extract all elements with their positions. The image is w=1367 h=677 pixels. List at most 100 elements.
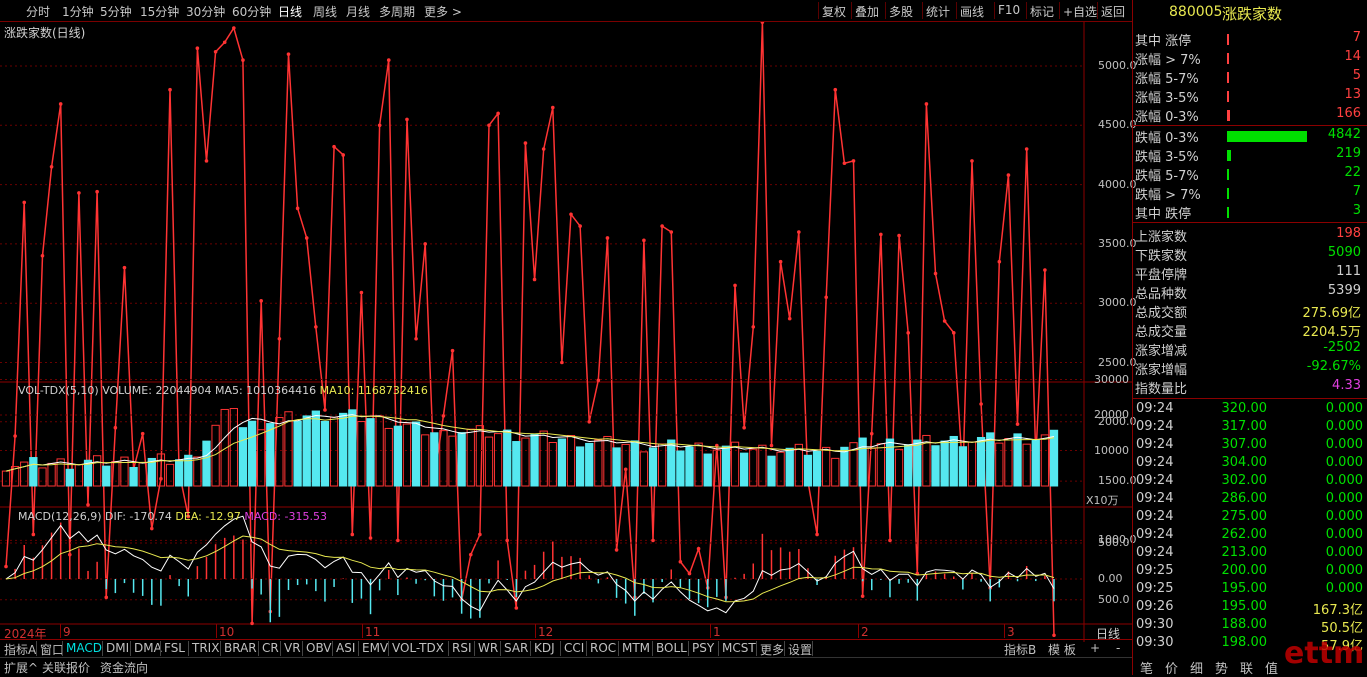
right-tab[interactable]: 细 [1190,658,1203,677]
template-tab[interactable]: 模 板 [1048,641,1076,657]
bottom-tab[interactable]: 资金流向 [100,659,148,676]
toolbar-action-button[interactable]: 标记 [1030,3,1054,20]
indicator-tab[interactable]: VR [284,641,301,656]
volume-bar [357,421,366,487]
indicator-tab[interactable]: KDJ [534,641,555,656]
indicator-tab[interactable]: CR [262,641,279,656]
tick-volume: 0.000 [1325,437,1363,452]
tick-row[interactable]: 09:24 286.00 0.000 [1135,490,1367,508]
indicator-tab[interactable]: FSL [164,641,185,656]
indicator-tab[interactable]: 窗口 [40,641,64,657]
indicator-tab[interactable]: MTM [622,641,650,656]
indicator-tab[interactable]: TRIX [192,641,219,656]
bottom-tab[interactable]: 扩展^ [4,659,38,676]
summary-value: -92.67% [1306,359,1361,374]
template-tab[interactable]: + [1090,641,1100,656]
indicator-tab[interactable]: EMV [362,641,388,656]
chart-area[interactable] [0,22,1133,642]
tick-row[interactable]: 09:24 302.00 0.000 [1135,472,1367,490]
period-tab[interactable]: 5分钟 [100,3,132,20]
tick-price: 195.00 [1221,599,1268,614]
tick-row[interactable]: 09:24 262.00 0.000 [1135,526,1367,544]
indicator-tab[interactable]: ROC [590,641,616,656]
indicator-tab[interactable]: 指标A [4,641,36,657]
period-tab[interactable]: 15分钟 [140,3,179,20]
period-tab[interactable]: 周线 [313,3,337,20]
volume-bar [521,437,530,487]
series-point [204,159,209,163]
series-point [122,265,127,270]
tick-time: 09:24 [1136,509,1174,524]
ticks-separator [1133,398,1367,399]
right-tab[interactable]: 值 [1265,658,1278,677]
volume-bar [840,446,849,487]
right-tab[interactable]: 价 [1165,658,1178,677]
volume-bar [165,463,175,487]
period-tab[interactable]: 1分钟 [62,3,94,20]
indicator-tab-separator [220,641,221,656]
bottom-tab[interactable]: 关联报价 [42,659,90,676]
tick-row[interactable]: 09:26 195.00 167.3亿 [1135,598,1367,618]
toolbar-action-button[interactable]: 统计 [926,3,950,20]
volume-bar [1004,438,1013,487]
volume-bar [657,443,667,487]
indicator-tab[interactable]: PSY [692,641,714,656]
right-tab[interactable]: 联 [1240,658,1253,677]
toolbar-action-button[interactable]: 复权 [822,3,846,20]
toolbar-action-button[interactable]: 多股 [889,3,913,20]
indicator-tab[interactable]: MCST [722,641,756,656]
right-tab[interactable]: 笔 [1140,658,1153,677]
period-tab[interactable]: 日线 [278,3,302,20]
volume-bar [229,408,238,487]
tick-row[interactable]: 09:25 195.00 0.000 [1135,580,1367,598]
toolbar-action-button[interactable]: 返回 [1101,3,1125,20]
template-tab[interactable]: - [1116,641,1120,656]
indicator-tab[interactable]: RSI [452,641,472,656]
tick-row[interactable]: 09:24 320.00 0.000 [1135,400,1367,418]
series-point [879,232,883,237]
period-tab[interactable]: 分时 [26,3,50,20]
indicator-tab[interactable]: OBV [306,641,332,656]
period-tab[interactable]: 月线 [346,3,370,20]
toolbar-action-button[interactable]: +自选 [1063,3,1097,20]
toolbar-action-button[interactable]: 叠加 [855,3,879,20]
indicator-tab[interactable]: 更多 [760,641,784,657]
tick-row[interactable]: 09:24 317.00 0.000 [1135,418,1367,436]
toolbar-action-button[interactable]: F10 [998,3,1020,17]
tick-row[interactable]: 09:30 188.00 50.5亿 [1135,616,1367,636]
indicator-tab[interactable]: DMA [134,641,162,656]
period-tab[interactable]: 多周期 [379,3,415,20]
toolbar-action-button[interactable]: 画线 [960,3,984,20]
tick-price: 307.00 [1221,437,1268,452]
tick-row[interactable]: 09:24 307.00 0.000 [1135,436,1367,454]
period-tab[interactable]: 30分钟 [186,3,225,20]
series-point [58,102,63,106]
tick-time: 09:30 [1136,635,1174,650]
indicator-tab[interactable]: 设置 [788,641,812,657]
indicator-tab[interactable]: DMI [106,641,129,656]
right-tab[interactable]: 势 [1215,658,1228,677]
indicator-tab[interactable]: VOL-TDX [392,641,444,656]
series-point [222,40,227,45]
tick-row[interactable]: 09:24 304.00 0.000 [1135,454,1367,472]
indicator-tab[interactable]: CCI [564,641,584,656]
summary-value: 5399 [1327,283,1361,298]
series-point [733,283,737,288]
indicator-tab[interactable]: SAR [504,641,528,656]
period-tab[interactable]: 更多 > [424,3,462,20]
indicator-tab[interactable]: BOLL [656,641,687,656]
series-point [833,87,838,92]
indicator-tab[interactable]: ASI [336,641,355,656]
indicator-tab[interactable]: MACD [66,641,102,656]
indicator-tab[interactable]: BRAR [224,641,257,656]
bottom-divider [0,657,1132,658]
template-tab[interactable]: 指标B [1004,641,1036,657]
volume-bar [439,430,448,487]
tick-row[interactable]: 09:24 213.00 0.000 [1135,544,1367,562]
tick-row[interactable]: 09:24 275.00 0.000 [1135,508,1367,526]
indicator-tab-separator [586,641,587,656]
stat-value: 5 [1352,68,1361,83]
period-tab[interactable]: 60分钟 [232,3,271,20]
tick-row[interactable]: 09:25 200.00 0.000 [1135,562,1367,580]
indicator-tab[interactable]: WR [478,641,498,656]
